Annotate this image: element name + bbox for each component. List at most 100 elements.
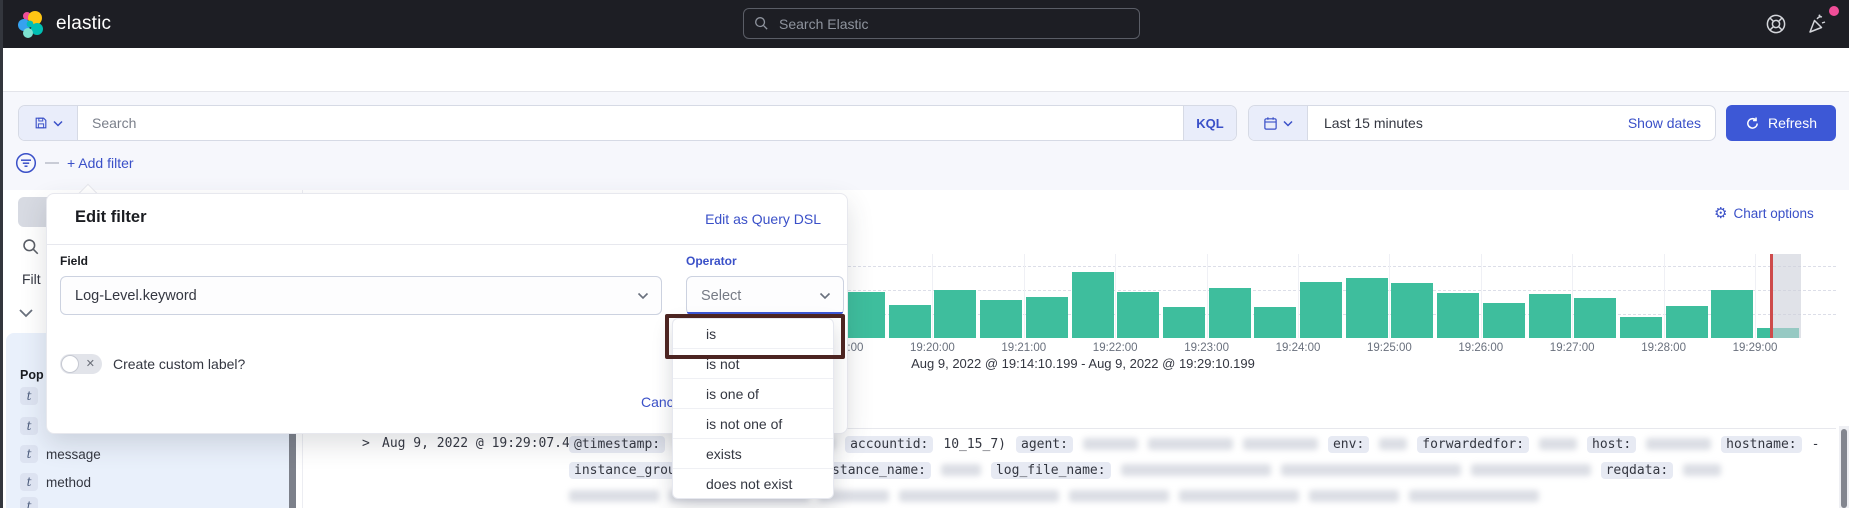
operator-combobox[interactable]: Select — [686, 276, 844, 315]
sidebar-scrollbar[interactable] — [289, 424, 296, 508]
search-icon — [754, 16, 769, 31]
expand-row-chevron[interactable]: > — [362, 436, 370, 451]
redacted-value — [1409, 490, 1539, 502]
filter-icon[interactable] — [15, 152, 37, 174]
add-filter-button[interactable]: + Add filter — [67, 155, 134, 171]
field-badge: log_file_name: — [991, 462, 1111, 479]
redacted-value — [1083, 438, 1138, 450]
document-timestamp: Aug 9, 2022 @ 19:29:07.474 — [382, 436, 586, 451]
redacted-value — [1539, 438, 1577, 450]
x-axis-tick: 19:24:00 — [1268, 342, 1328, 354]
calendar-menu-button[interactable] — [1249, 106, 1308, 140]
histogram-bar — [1483, 303, 1525, 338]
histogram-bar — [1346, 278, 1388, 338]
help-icon[interactable] — [1763, 11, 1789, 37]
redacted-value — [1309, 490, 1399, 502]
x-axis-tick: 19:20:00 — [902, 342, 962, 354]
chart-gridline-vertical — [1024, 254, 1025, 338]
chart-gridline-vertical — [1298, 254, 1299, 338]
popular-fields-heading: Pop — [20, 368, 44, 382]
field-badge: reqdata: — [1601, 462, 1674, 479]
global-search-input[interactable] — [777, 15, 1129, 33]
field-badge: host: — [1587, 436, 1636, 453]
custom-label-toggle-label: Create custom label? — [113, 356, 245, 372]
x-axis-tick: 19:27:00 — [1542, 342, 1602, 354]
field-type-badge: t — [20, 387, 38, 405]
saved-query-menu-button[interactable] — [19, 106, 78, 140]
redacted-value — [1069, 490, 1169, 502]
operator-option-does-not-exist[interactable]: does not exist — [673, 468, 833, 498]
operator-label: Operator — [686, 254, 737, 268]
sidebar-field-item[interactable]: tmethod — [20, 472, 91, 492]
time-range-value[interactable]: Last 15 minutes — [1308, 115, 1439, 131]
field-badge: forwardedfor: — [1417, 436, 1529, 453]
histogram-bar — [1574, 298, 1616, 338]
chevron-down-icon — [1283, 120, 1293, 127]
operator-option-exists[interactable]: exists — [673, 438, 833, 468]
histogram-bar — [1620, 317, 1662, 338]
x-axis-tick: 19:28:00 — [1634, 342, 1694, 354]
redacted-value — [941, 464, 981, 476]
redacted-value — [1243, 438, 1318, 450]
notification-dot — [1829, 6, 1839, 16]
x-axis-tick: 19:29:00 — [1725, 342, 1785, 354]
histogram-bar — [1209, 288, 1251, 338]
newsfeed-icon[interactable] — [1805, 11, 1831, 37]
sidebar-field-item[interactable]: t — [20, 496, 46, 508]
sidebar-field-item[interactable]: t — [20, 416, 46, 436]
sidebar-field-item[interactable]: t — [20, 386, 46, 406]
discover-page: elastic D Discover — [0, 0, 1849, 508]
date-picker: Last 15 minutes Show dates — [1248, 105, 1716, 141]
histogram-bar — [1117, 292, 1159, 338]
histogram-bar — [934, 290, 976, 338]
edit-as-query-dsl-link[interactable]: Edit as Query DSL — [705, 211, 821, 227]
table-scrollbar-thumb[interactable] — [1841, 429, 1847, 508]
current-time-marker — [1770, 254, 1773, 338]
field-type-badge: t — [20, 417, 38, 435]
refresh-button[interactable]: Refresh — [1726, 105, 1836, 141]
popover-title: Edit filter — [75, 208, 147, 227]
chevron-down-icon — [53, 120, 63, 127]
global-search-box[interactable] — [743, 8, 1140, 39]
window-edge — [0, 0, 3, 508]
query-language-badge[interactable]: KQL — [1183, 106, 1236, 140]
calendar-icon — [1263, 116, 1278, 131]
chart-gridline-vertical — [1572, 254, 1573, 338]
field-type-badge: t — [20, 497, 38, 508]
sidebar-field-item[interactable]: tmessage — [20, 444, 101, 464]
chevron-down-icon — [637, 292, 649, 300]
custom-label-toggle[interactable]: ✕ — [60, 354, 102, 374]
query-bar: KQL — [18, 105, 1237, 141]
x-axis-tick: 19:22:00 — [1085, 342, 1145, 354]
pinned-filter-dash — [45, 162, 59, 164]
query-search-input[interactable] — [78, 115, 1183, 131]
field-label: Field — [60, 254, 88, 268]
operator-option-is-not-one-of[interactable]: is not one of — [673, 408, 833, 438]
chart-gridline-vertical — [1481, 254, 1482, 338]
field-badge: agent: — [1016, 436, 1073, 453]
chevron-down-icon[interactable] — [18, 308, 34, 318]
chart-gridline-vertical — [1389, 254, 1390, 338]
histogram-bar — [1254, 307, 1296, 338]
toggle-off-x-icon: ✕ — [86, 357, 95, 370]
field-combobox[interactable]: Log-Level.keyword — [60, 276, 662, 315]
operator-options-list: isis notis one ofis not one ofexistsdoes… — [672, 318, 834, 499]
redacted-value — [899, 490, 1059, 502]
operator-option-is-one-of[interactable]: is one of — [673, 378, 833, 408]
x-axis-tick: 19:26:00 — [1451, 342, 1511, 354]
show-dates-button[interactable]: Show dates — [1628, 115, 1715, 131]
operator-option-is-not[interactable]: is not — [673, 348, 833, 378]
filter-by-type-control[interactable]: Filt — [22, 271, 41, 287]
field-label: method — [46, 475, 91, 490]
histogram-bar — [843, 292, 885, 338]
histogram-bar — [1300, 282, 1342, 338]
toggle-knob — [61, 355, 79, 373]
elastic-logo[interactable]: elastic — [16, 9, 111, 39]
popover-divider — [47, 244, 847, 245]
chart-gridline-vertical — [932, 254, 933, 338]
redacted-value — [1471, 464, 1591, 476]
redacted-value — [1683, 464, 1721, 476]
field-search-icon[interactable] — [22, 238, 40, 256]
chart-options-button[interactable]: ⚙ Chart options — [1714, 206, 1814, 221]
operator-option-is[interactable]: is — [673, 319, 833, 348]
